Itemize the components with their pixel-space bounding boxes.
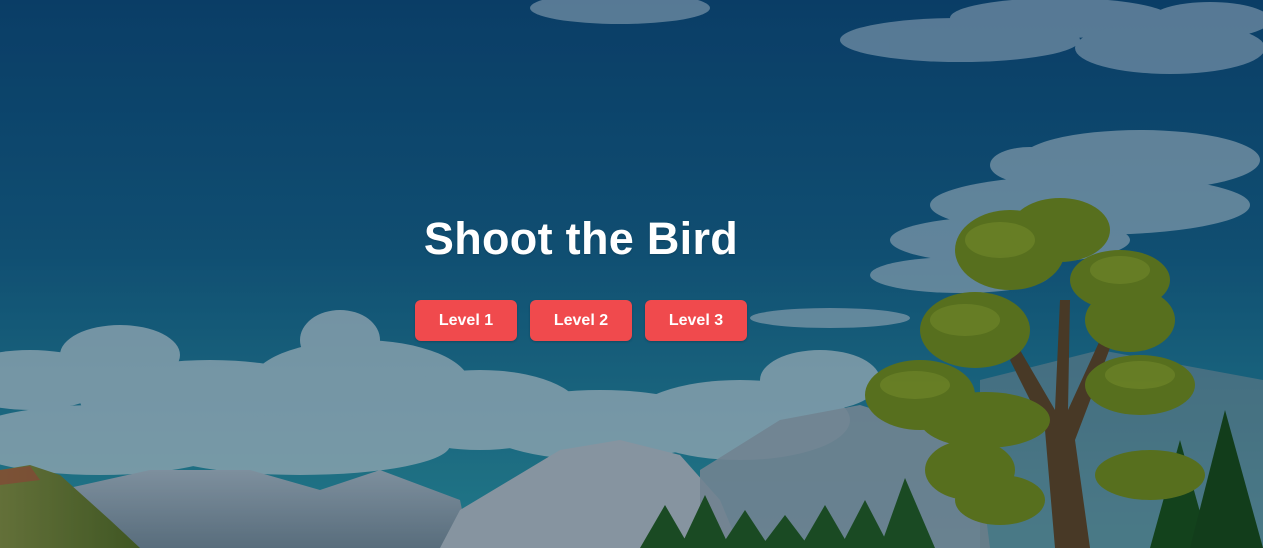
game-title: Shoot the Bird — [423, 213, 739, 264]
level-1-button[interactable]: Level 1 — [415, 300, 517, 341]
level-selector: Level 1 Level 2 Level 3 — [415, 300, 747, 341]
dim-overlay — [0, 0, 1263, 548]
level-3-button[interactable]: Level 3 — [645, 300, 747, 341]
level-2-button[interactable]: Level 2 — [530, 300, 632, 341]
